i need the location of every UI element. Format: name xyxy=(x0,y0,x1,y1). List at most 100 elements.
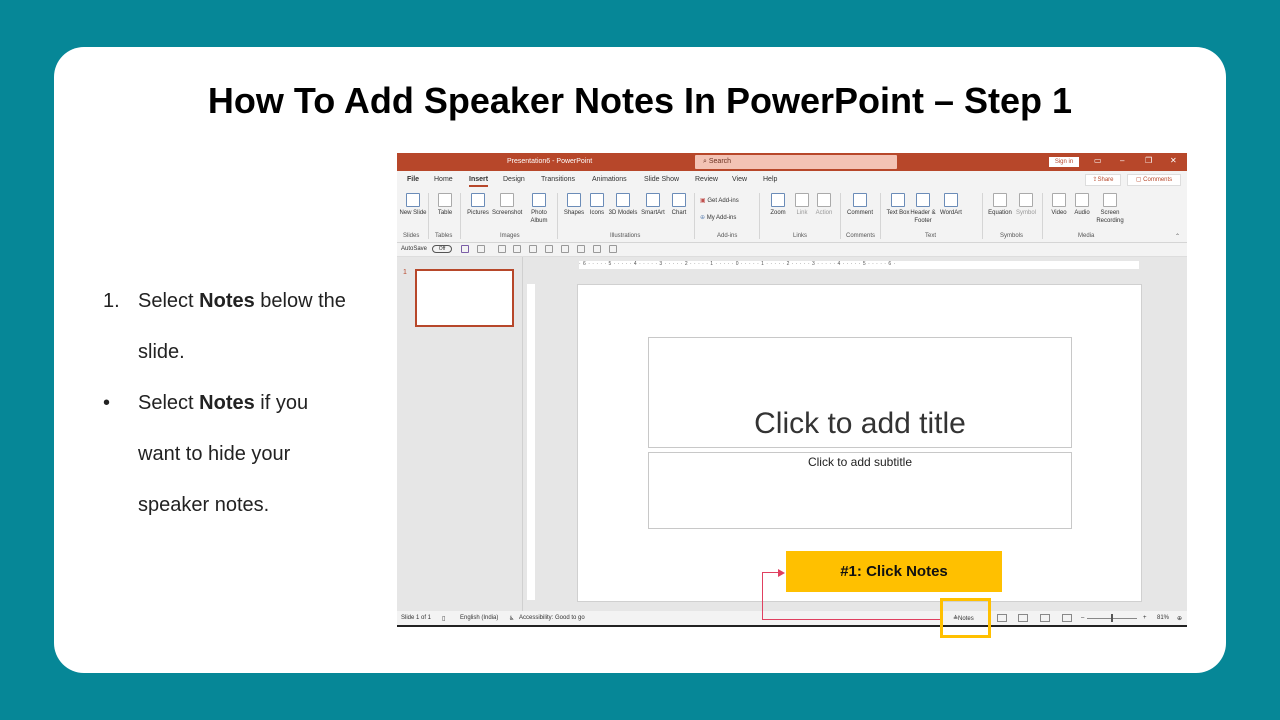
comment-button[interactable]: Comment xyxy=(845,193,875,217)
new-slide-icon xyxy=(406,193,420,207)
share-label: Share xyxy=(1097,177,1114,183)
tab-home[interactable]: Home xyxy=(434,176,453,183)
header-footer-button[interactable]: Header & Footer xyxy=(908,193,938,225)
subtitle-placeholder[interactable]: Click to add subtitle xyxy=(648,452,1072,529)
list-marker: • xyxy=(103,392,111,414)
normal-view-icon[interactable] xyxy=(997,614,1007,622)
instruction-step-2: • Select Notes if you want to hide your … xyxy=(100,378,350,531)
ribbon-tabs: File Home Insert Design Transitions Anim… xyxy=(397,171,1187,189)
equation-label: Equation xyxy=(988,210,1012,216)
qat-tool-icon[interactable] xyxy=(545,245,553,253)
reading-view-icon[interactable] xyxy=(1040,614,1050,622)
horizontal-ruler: · 6 · · · · · 5 · · · · · 4 · · · · · 3 … xyxy=(579,261,1139,269)
tab-design[interactable]: Design xyxy=(503,176,525,183)
ribbon-display-icon[interactable]: ▭ xyxy=(1094,156,1102,165)
tab-help[interactable]: Help xyxy=(763,176,777,183)
shapes-icon xyxy=(567,193,581,207)
zoom-out-icon[interactable]: – xyxy=(1081,615,1084,621)
screen-recording-label: Screen Recording xyxy=(1096,210,1124,224)
tab-transitions[interactable]: Transitions xyxy=(541,176,575,183)
zoom-in-icon[interactable]: + xyxy=(1143,615,1147,621)
title-placeholder-text: Click to add title xyxy=(754,407,966,440)
tab-insert[interactable]: Insert xyxy=(469,176,489,187)
comments-button[interactable]: ▢ Comments xyxy=(1127,174,1181,186)
accessibility-icon[interactable]: ♿ xyxy=(509,615,514,622)
slideshow-icon[interactable] xyxy=(1062,614,1072,622)
video-icon xyxy=(1052,193,1066,207)
pictures-button[interactable]: Pictures xyxy=(463,193,493,217)
qat-tool-icon[interactable] xyxy=(609,245,617,253)
screenshot-button[interactable]: Screenshot xyxy=(492,193,522,217)
text-box-icon xyxy=(891,193,905,207)
wordart-button[interactable]: WordArt xyxy=(936,193,966,217)
slide-sorter-icon[interactable] xyxy=(1018,614,1028,622)
tab-view[interactable]: View xyxy=(732,176,747,183)
action-button[interactable]: Action xyxy=(809,193,839,217)
close-icon[interactable]: ✕ xyxy=(1170,156,1177,165)
new-slide-button[interactable]: New Slide xyxy=(398,193,428,217)
zoom-slider-thumb[interactable] xyxy=(1111,614,1113,622)
action-label: Action xyxy=(815,210,833,216)
share-button[interactable]: ⇪Share xyxy=(1085,174,1121,186)
redo-icon[interactable] xyxy=(498,245,506,253)
tab-slide-show[interactable]: Slide Show xyxy=(644,176,679,183)
header-footer-icon xyxy=(916,193,930,207)
step-text-pre: Select xyxy=(138,290,200,312)
group-label: Comments xyxy=(846,233,876,239)
ribbon-divider xyxy=(460,193,461,239)
qat-tool-icon[interactable] xyxy=(529,245,537,253)
qat-tool-icon[interactable] xyxy=(577,245,585,253)
comment-icon xyxy=(853,193,867,207)
cube-icon xyxy=(616,193,630,207)
collapse-ribbon-icon[interactable]: ⌃ xyxy=(1175,233,1180,240)
qat-tool-icon[interactable] xyxy=(593,245,601,253)
ribbon-divider xyxy=(840,193,841,239)
spellcheck-icon[interactable]: ▯ xyxy=(442,615,445,622)
fit-to-window-icon[interactable]: ⊕ xyxy=(1177,615,1182,622)
page-title: How To Add Speaker Notes In PowerPoint –… xyxy=(207,80,1073,121)
get-addins-label: Get Add-ins xyxy=(707,198,739,204)
smartart-icon xyxy=(646,193,660,207)
arrow-head-icon xyxy=(778,569,785,577)
ribbon-divider xyxy=(694,193,695,239)
search-input[interactable]: ⌕ Search xyxy=(695,155,897,169)
photo-album-label: Photo Album xyxy=(530,210,548,224)
title-placeholder[interactable]: Click to add title xyxy=(648,337,1072,448)
sign-in-button[interactable]: Sign in xyxy=(1049,157,1079,167)
autosave-toggle[interactable]: Off xyxy=(432,245,452,253)
table-label: Table xyxy=(437,210,453,216)
audio-button[interactable]: Audio xyxy=(1067,193,1097,217)
table-button[interactable]: Table xyxy=(430,193,460,217)
qat-tool-icon[interactable] xyxy=(561,245,569,253)
restore-icon[interactable]: ❐ xyxy=(1145,156,1152,165)
save-icon[interactable] xyxy=(461,245,469,253)
chart-button[interactable]: Chart xyxy=(664,193,694,217)
pictures-label: Pictures xyxy=(467,210,489,216)
tab-review[interactable]: Review xyxy=(695,176,718,183)
my-addins-label: My Add-ins xyxy=(706,215,737,221)
table-icon xyxy=(438,193,452,207)
ribbon-divider xyxy=(982,193,983,239)
accessibility-status[interactable]: Accessibility: Good to go xyxy=(519,615,585,621)
slide-thumbnail[interactable] xyxy=(415,269,514,327)
undo-icon[interactable] xyxy=(477,245,485,253)
get-addins-button[interactable]: ▣ Get Add-ins xyxy=(700,197,739,204)
symbol-button[interactable]: Symbol xyxy=(1011,193,1041,217)
present-icon[interactable] xyxy=(513,245,521,253)
chart-icon xyxy=(672,193,686,207)
document-title: Presentation6 - PowerPoint xyxy=(507,158,593,165)
my-addins-button[interactable]: ⊕ My Add-ins xyxy=(700,214,736,221)
tab-file[interactable]: File xyxy=(407,176,419,183)
screen-recording-button[interactable]: Screen Recording xyxy=(1095,193,1125,225)
ribbon-divider xyxy=(880,193,881,239)
list-marker: 1. xyxy=(103,290,120,312)
group-label: Media xyxy=(1078,233,1095,239)
ribbon: New Slide Table Pictures Screenshot Phot… xyxy=(397,189,1187,243)
tab-animations[interactable]: Animations xyxy=(592,176,627,183)
language[interactable]: English (India) xyxy=(460,615,498,621)
photo-album-button[interactable]: Photo Album xyxy=(524,193,554,225)
zoom-level[interactable]: 81% xyxy=(1157,615,1169,621)
ribbon-divider xyxy=(759,193,760,239)
minimize-icon[interactable]: – xyxy=(1120,156,1124,165)
3d-models-button[interactable]: 3D Models xyxy=(608,193,638,217)
